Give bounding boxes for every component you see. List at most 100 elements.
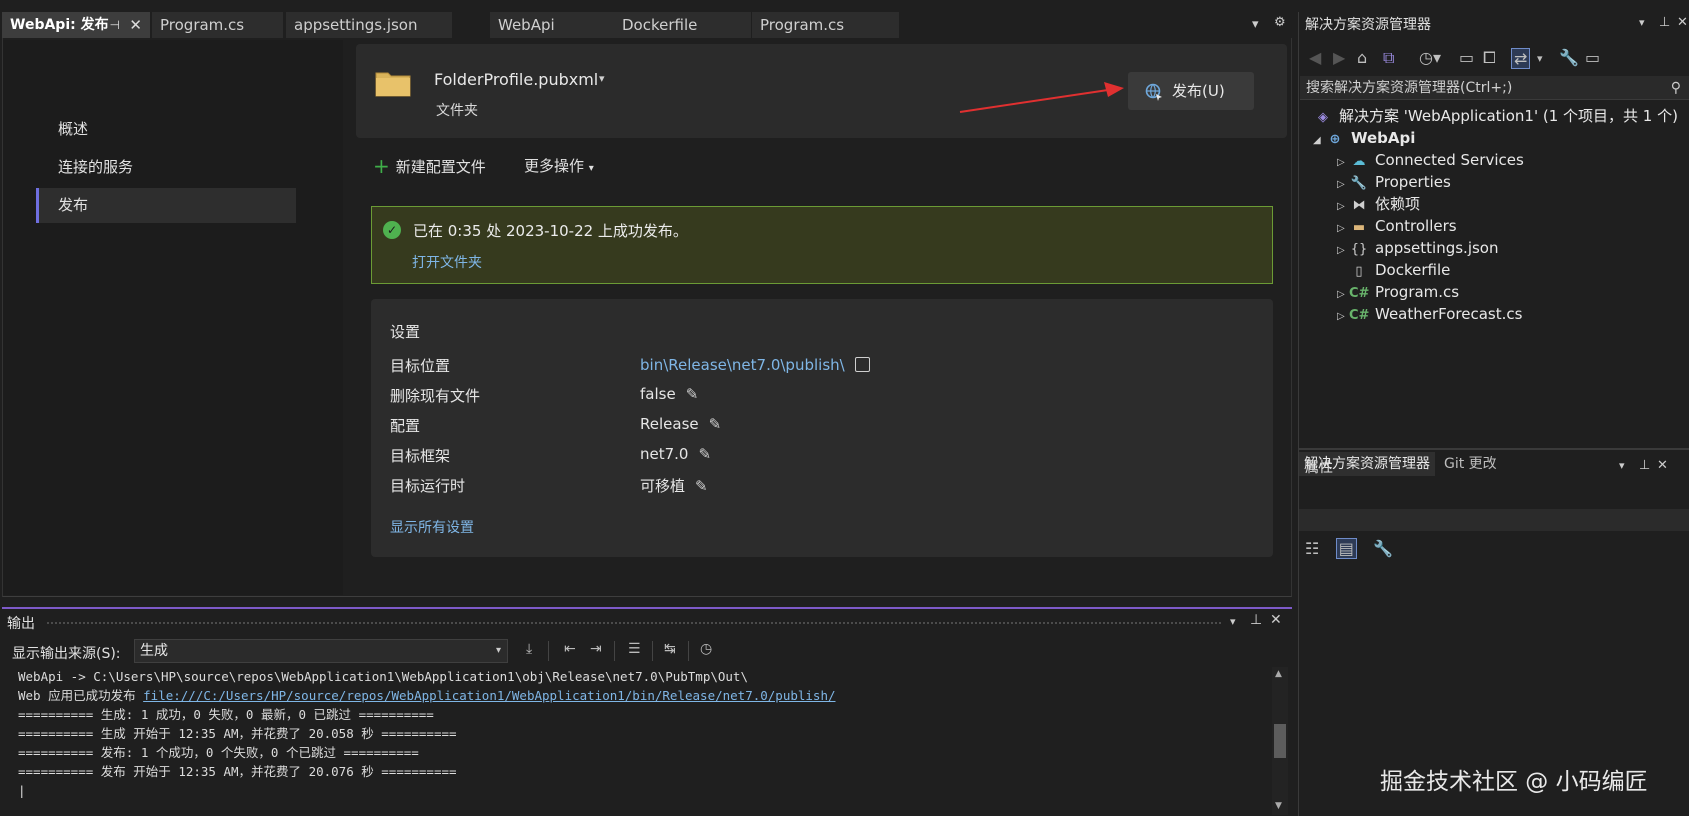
solution-explorer-search[interactable]: 搜索解决方案资源管理器(Ctrl+;) ⚲ xyxy=(1300,76,1689,100)
pencil-icon[interactable]: ✎ xyxy=(698,445,711,463)
tab-list-dropdown-icon[interactable]: ▾ xyxy=(1252,17,1259,32)
prev-message-icon[interactable]: ⇤ xyxy=(564,641,576,657)
categorized-icon[interactable]: ☷ xyxy=(1305,539,1319,558)
dependencies-icon: ⧓ xyxy=(1352,198,1366,213)
plus-icon: + xyxy=(373,154,390,178)
back-icon[interactable]: ◀ xyxy=(1309,48,1321,67)
tree-label: Program.cs xyxy=(1375,283,1460,301)
tree-node-appsettings[interactable]: ▷{} appsettings.json xyxy=(1337,237,1499,259)
pin-icon[interactable]: ⊥ xyxy=(1659,15,1670,30)
properties-wrench-icon[interactable]: 🔧 xyxy=(1559,48,1579,67)
next-message-icon[interactable]: ⇥ xyxy=(590,641,602,657)
setting-label-target-location: 目标位置 xyxy=(390,357,451,375)
publish-path-link[interactable]: file:///C:/Users/HP/source/repos/WebAppl… xyxy=(143,688,835,703)
close-icon[interactable]: ✕ xyxy=(1677,15,1688,30)
close-icon[interactable]: ✕ xyxy=(1657,458,1668,473)
profile-selector[interactable]: FolderProfile.pubxml xyxy=(434,70,598,89)
more-actions-label: 更多操作 xyxy=(524,157,585,175)
pencil-icon[interactable]: ✎ xyxy=(695,477,708,495)
pencil-icon[interactable]: ✎ xyxy=(686,385,699,403)
nav-item-publish[interactable]: 发布 xyxy=(36,188,296,223)
preview-icon[interactable]: ▭ xyxy=(1585,48,1600,67)
target-location-link[interactable]: bin\Release\net7.0\publish\ xyxy=(640,356,845,374)
gear-icon[interactable]: ⚙ xyxy=(1274,15,1286,30)
collapsed-arrow-icon[interactable]: ▷ xyxy=(1337,306,1349,328)
tab-program-cs-2[interactable]: Program.cs xyxy=(752,12,900,38)
copy-icon[interactable] xyxy=(854,357,870,372)
output-scrollbar[interactable]: ▲ ▼ xyxy=(1272,667,1288,815)
publish-success-banner: ✓ 已在 0:35 处 2023-10-22 上成功发布。 打开文件夹 xyxy=(371,206,1273,284)
new-profile-button[interactable]: + 新建配置文件 xyxy=(373,154,486,178)
show-all-files-icon[interactable]: ⧠ xyxy=(1483,48,1496,68)
tree-node-dockerfile[interactable]: ▯ Dockerfile xyxy=(1337,259,1450,281)
close-icon[interactable]: ✕ xyxy=(129,12,142,38)
chevron-down-icon[interactable]: ▾ xyxy=(1619,459,1625,472)
nav-item-overview[interactable]: 概述 xyxy=(36,112,296,147)
output-pane: 输出 ▾ ⊥ ✕ 显示输出来源(S): 生成 ▾ ⤓ ⇤ ⇥ ☰ ↹ ◷ Web… xyxy=(2,607,1292,816)
pane-drag-grip[interactable] xyxy=(46,621,1221,625)
open-folder-link[interactable]: 打开文件夹 xyxy=(412,252,482,272)
more-actions-button[interactable]: 更多操作 ▾ xyxy=(524,154,594,178)
nav-item-label: 连接的服务 xyxy=(58,158,134,176)
scroll-down-icon[interactable]: ▼ xyxy=(1275,801,1282,811)
collapse-all-icon[interactable]: ▭ xyxy=(1459,48,1474,67)
tree-node-controllers[interactable]: ▷ ▬ Controllers xyxy=(1337,215,1457,237)
close-icon[interactable]: ✕ xyxy=(1270,612,1282,628)
output-source-select[interactable]: 生成 ▾ xyxy=(134,639,508,663)
tree-node-program-cs[interactable]: ▷ C# Program.cs xyxy=(1337,281,1459,303)
sync-active-doc-icon[interactable]: ⇄ xyxy=(1511,48,1531,69)
chevron-down-icon[interactable]: ▾ xyxy=(1537,52,1543,65)
word-wrap-icon[interactable]: ↹ xyxy=(664,641,676,657)
chevron-down-icon[interactable]: ▾ xyxy=(1230,615,1236,628)
tree-label: Controllers xyxy=(1375,217,1457,235)
tree-solution-node[interactable]: ◈ 解决方案 'WebApplication1' (1 个项目，共 1 个) xyxy=(1313,105,1678,127)
setting-value-text: net7.0 xyxy=(640,445,689,463)
chevron-down-icon[interactable]: ▾ xyxy=(1639,16,1645,29)
clock-icon[interactable]: ◷ xyxy=(700,641,712,657)
nav-item-label: 发布 xyxy=(58,196,89,214)
properties-object-selector[interactable] xyxy=(1299,509,1689,531)
scroll-up-icon[interactable]: ▲ xyxy=(1275,669,1282,679)
tree-node-connected-services[interactable]: ▷ ☁ Connected Services xyxy=(1337,149,1524,171)
toolbar-separator xyxy=(548,641,549,661)
pencil-icon[interactable]: ✎ xyxy=(709,415,722,433)
chevron-down-icon[interactable]: ▾ xyxy=(599,72,605,85)
tab-dockerfile[interactable]: Dockerfile xyxy=(614,12,752,38)
tab-webapi[interactable]: WebApi xyxy=(490,12,618,38)
csharp-icon: C# xyxy=(1349,308,1370,323)
expanded-arrow-icon[interactable]: ◢ xyxy=(1313,130,1325,152)
toolbar-separator xyxy=(614,641,615,661)
switch-views-icon[interactable]: ⧉ xyxy=(1383,48,1394,68)
pin-icon[interactable]: ⊥ xyxy=(1639,458,1650,473)
success-check-icon: ✓ xyxy=(383,221,401,239)
tab-appsettings-json[interactable]: appsettings.json xyxy=(286,12,453,38)
new-profile-label: 新建配置文件 xyxy=(395,158,486,176)
pending-changes-icon[interactable]: ◷▾ xyxy=(1419,48,1441,67)
tree-project-node[interactable]: ◢ ⊕ WebApi xyxy=(1313,127,1415,149)
tree-node-properties[interactable]: ▷ 🔧 Properties xyxy=(1337,171,1451,193)
alphabetical-icon[interactable]: ▤ xyxy=(1335,538,1357,559)
settings-title: 设置 xyxy=(390,323,421,341)
home-icon[interactable]: ⌂ xyxy=(1357,48,1367,67)
output-source-value: 生成 xyxy=(140,643,168,659)
output-source-label: 显示输出来源(S): xyxy=(12,646,121,662)
properties-toolbar: ☷ ▤ 🔧 xyxy=(1305,538,1405,566)
nav-item-connected-services[interactable]: 连接的服务 xyxy=(36,150,296,185)
tab-program-cs[interactable]: Program.cs xyxy=(152,12,284,38)
tab-webapi-publish[interactable]: WebApi: 发布 ⊣ ✕ xyxy=(2,12,151,38)
publish-button[interactable]: 发布(U) xyxy=(1128,72,1254,110)
tab-label: Program.cs xyxy=(160,16,245,34)
tree-node-weatherforecast-cs[interactable]: ▷ C# WeatherForecast.cs xyxy=(1337,303,1522,325)
show-all-settings-link[interactable]: 显示所有设置 xyxy=(390,517,474,537)
pin-icon[interactable]: ⊥ xyxy=(1250,612,1262,628)
pin-icon[interactable]: ⊣ xyxy=(110,12,120,38)
forward-icon[interactable]: ▶ xyxy=(1333,48,1345,67)
output-text[interactable]: WebApi -> C:\Users\HP\source\repos\WebAp… xyxy=(18,667,836,800)
property-pages-icon[interactable]: 🔧 xyxy=(1373,539,1393,558)
scrollbar-thumb[interactable] xyxy=(1274,724,1286,758)
setting-label-target-framework: 目标框架 xyxy=(390,447,451,465)
tree-node-dependencies[interactable]: ▷ ⧓ 依赖项 xyxy=(1337,193,1420,215)
goto-build-icon[interactable]: ⤓ xyxy=(526,641,532,657)
tab-label: WebApi: 发布 xyxy=(10,17,109,33)
clear-all-icon[interactable]: ☰ xyxy=(628,641,641,657)
